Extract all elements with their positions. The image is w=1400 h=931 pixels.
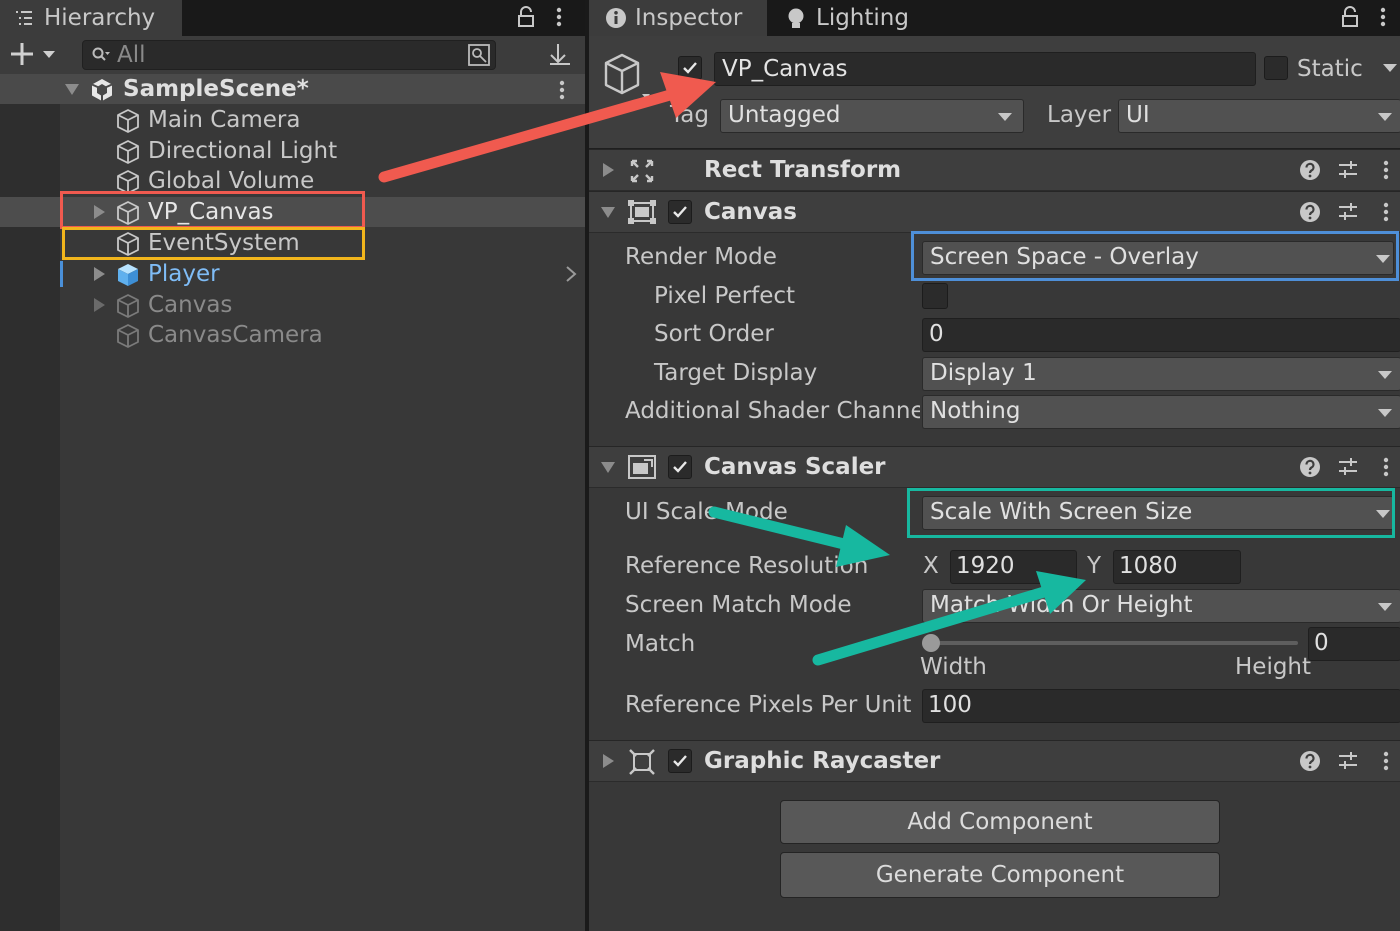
annotation-arrows: [378, 72, 1086, 666]
teal-arrow-y-field: [812, 571, 1086, 666]
red-arrow: [378, 72, 716, 183]
teal-arrow-reference-resolution: [708, 506, 890, 567]
